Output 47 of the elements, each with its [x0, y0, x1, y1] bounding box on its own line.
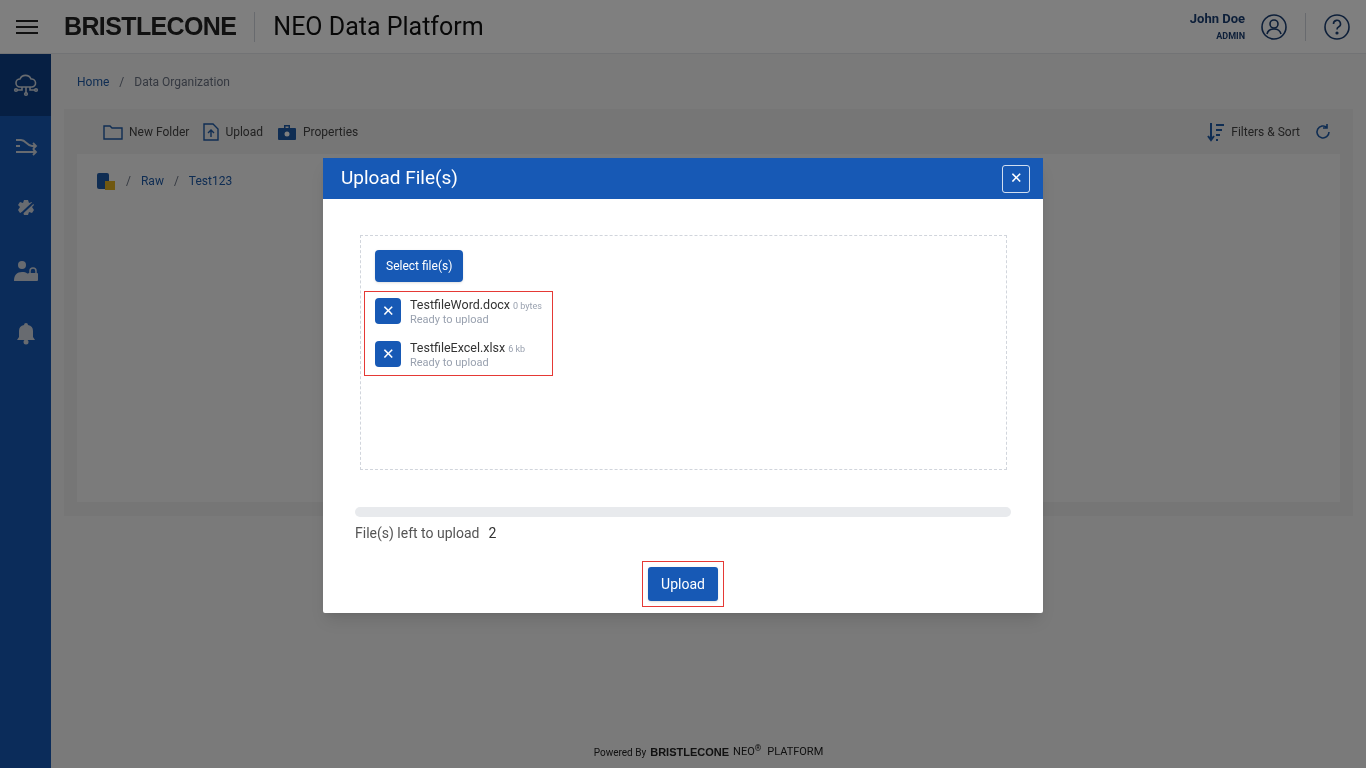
menu-icon[interactable]	[16, 18, 38, 35]
refresh-icon[interactable]	[1314, 122, 1332, 141]
platform-label: PLATFORM	[767, 743, 824, 760]
file-size: 0 bytes	[513, 301, 542, 313]
upload-button[interactable]: Upload	[648, 567, 718, 601]
file-name: TestfileWord.docx	[410, 297, 511, 313]
files-left-count: 2	[488, 524, 497, 543]
briefcase-icon	[276, 122, 297, 141]
bell-icon	[15, 321, 36, 345]
path-separator: /	[173, 173, 179, 190]
toolbar-button[interactable]: Properties	[276, 122, 359, 141]
folder-icon	[103, 123, 123, 140]
cloud-network-icon	[12, 73, 39, 97]
file-status: Ready to upload	[410, 356, 490, 370]
toolbar-button[interactable]: New Folder	[103, 122, 190, 141]
files-left-label: File(s) left to upload	[355, 524, 480, 544]
product-name: NEO$^{®}$	[733, 743, 762, 760]
shuffle-arrows-icon	[13, 136, 38, 158]
path-link[interactable]: Raw	[140, 172, 164, 190]
path-separator: /	[126, 173, 131, 190]
database-folder-icon[interactable]	[96, 171, 116, 191]
powered-by-label: Powered By	[593, 745, 647, 760]
app-title: NEO Data Platform	[273, 10, 484, 43]
remove-file-button[interactable]: ✕	[375, 298, 401, 324]
brand-logo: BRISTLECONE	[64, 10, 237, 42]
sidebar-item[interactable]	[0, 54, 51, 116]
breadcrumb-link[interactable]: Home	[77, 72, 110, 91]
remove-file-button[interactable]: ✕	[375, 341, 401, 368]
help-icon[interactable]	[1324, 13, 1350, 40]
footer-brand: BRISTLECONE	[650, 744, 730, 760]
user-lock-icon	[12, 260, 39, 282]
dialog-title: Upload File(s)	[341, 165, 458, 192]
user-name: John Doe	[1189, 11, 1245, 28]
file-upload-icon	[203, 122, 220, 141]
user-avatar-icon[interactable]	[1261, 13, 1287, 40]
sort-icon	[1207, 121, 1226, 142]
toolbar-button[interactable]: Upload	[203, 122, 263, 141]
close-button[interactable]: ✕	[1002, 164, 1030, 193]
user-role: ADMIN	[1216, 30, 1245, 42]
breadcrumb-link[interactable]: Data Organization	[134, 72, 230, 91]
path-link[interactable]: Test123	[188, 172, 233, 190]
file-name: TestfileExcel.xlsx	[410, 340, 506, 356]
file-status: Ready to upload	[410, 312, 490, 327]
breadcrumb-separator: /	[119, 73, 125, 91]
filters-sort-button[interactable]: Filters & Sort	[1207, 121, 1300, 142]
select-files-button[interactable]: Select file(s)	[375, 250, 464, 282]
file-size: 6 kb	[508, 344, 526, 356]
